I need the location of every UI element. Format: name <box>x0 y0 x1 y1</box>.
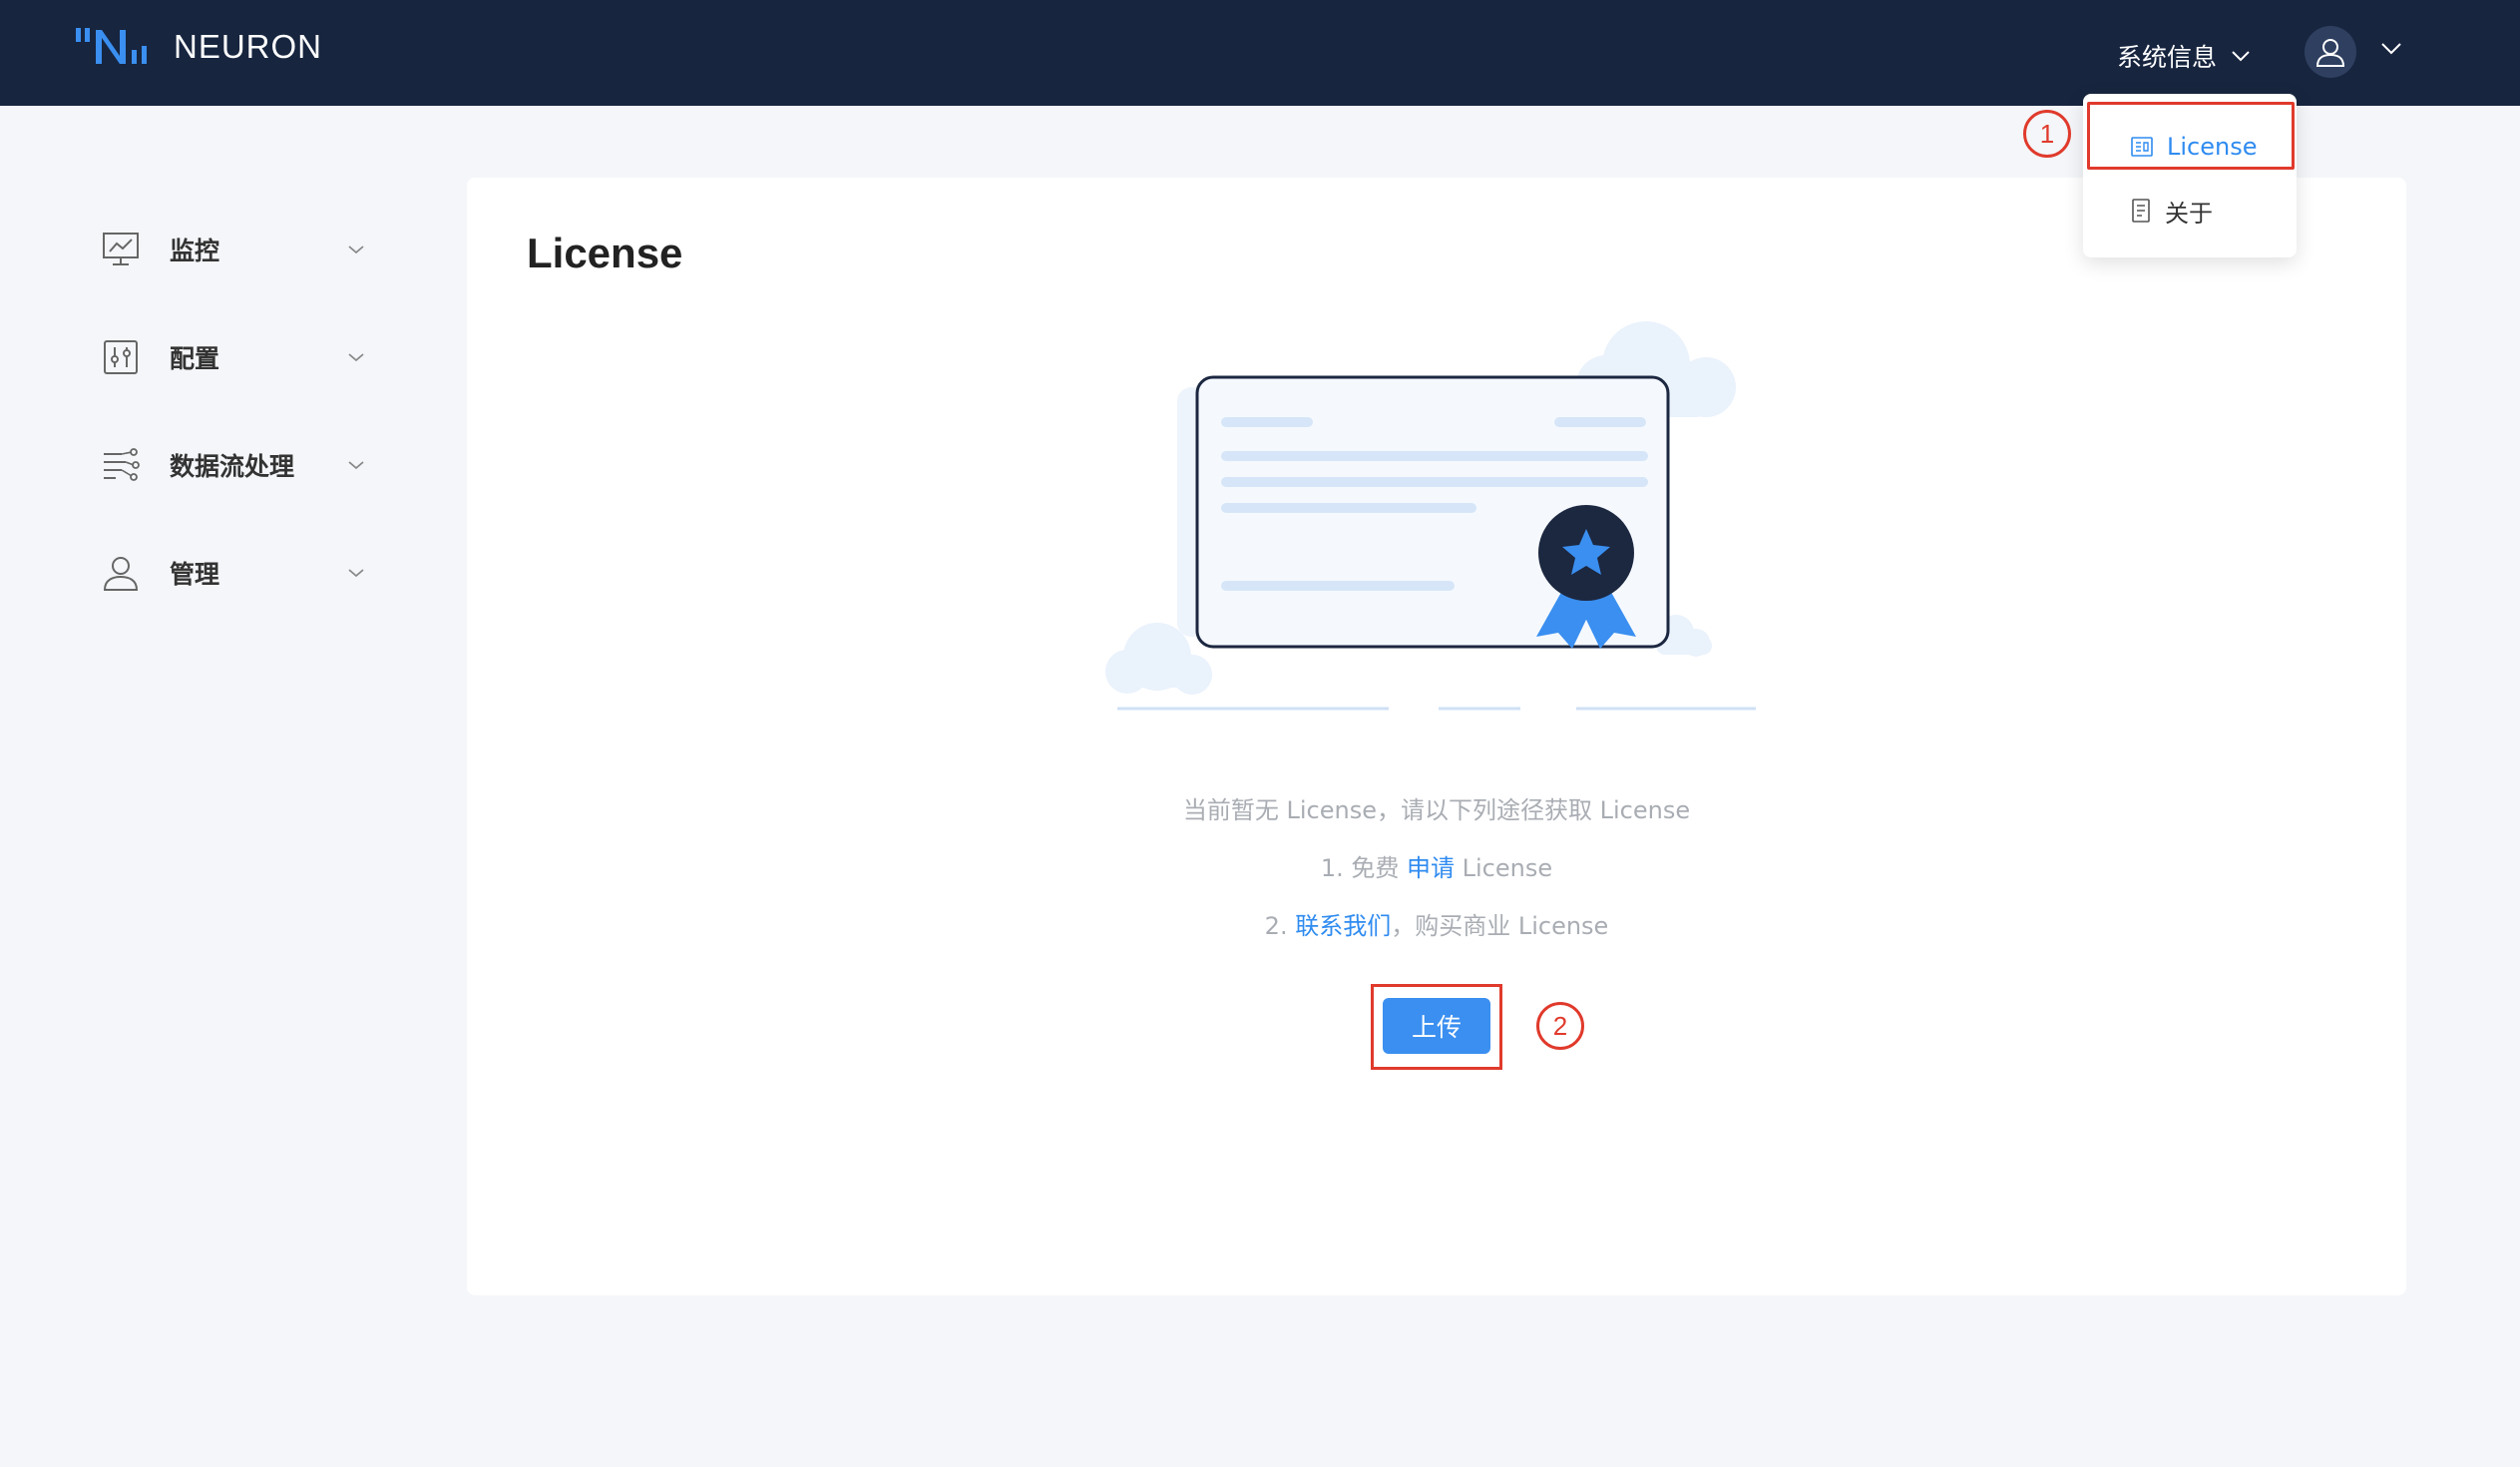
sidebar-item-dataflow[interactable]: 数据流处理 <box>100 435 365 495</box>
apply-license-line: 1. 免费 申请 License <box>467 848 2406 883</box>
no-license-message: 当前暂无 License，请以下列途径获取 License <box>1182 796 1691 824</box>
brand-name: NEURON <box>174 28 323 65</box>
top-header: NEURON 系统信息 <box>0 0 2520 106</box>
system-info-menu[interactable]: 系统信息 <box>2117 36 2251 76</box>
contact-line: 2. 联系我们，购买商业 License <box>467 906 2406 941</box>
chevron-down-icon <box>347 568 365 578</box>
user-manage-icon <box>100 552 142 594</box>
sidebar-item-label: 配置 <box>170 344 220 373</box>
sidebar: 监控 配置 数据流处理 管理 <box>0 106 419 1467</box>
line-prefix: 2. <box>1264 912 1296 940</box>
step-badge-2: 2 <box>1536 1002 1584 1050</box>
chevron-down-icon[interactable] <box>2380 42 2402 56</box>
sidebar-item-manage[interactable]: 管理 <box>100 543 365 603</box>
dropdown-item-about[interactable]: 关于 <box>2083 182 2297 240</box>
contact-us-link[interactable]: 联系我们 <box>1295 912 1391 940</box>
license-icon <box>2131 137 2153 157</box>
dataflow-icon <box>100 444 142 486</box>
document-icon <box>2131 199 2151 223</box>
page-title: License <box>527 230 683 276</box>
user-avatar[interactable] <box>2305 26 2356 78</box>
chevron-down-icon <box>2232 51 2250 62</box>
brand-logo[interactable]: NEURON <box>74 22 322 72</box>
license-certificate-illustration <box>1105 321 1756 711</box>
chevron-down-icon <box>347 244 365 254</box>
system-info-dropdown: License 关于 <box>2083 94 2297 257</box>
line-suffix: ，购买商业 License <box>1391 912 1609 940</box>
step-badge-1: 1 <box>2023 110 2071 158</box>
monitor-chart-icon <box>100 229 142 270</box>
sidebar-item-label: 监控 <box>170 237 220 265</box>
upload-button[interactable]: 上传 <box>1383 998 1490 1054</box>
neuron-logo-icon <box>76 28 147 64</box>
dropdown-item-label: License <box>2167 133 2258 161</box>
line-prefix: 1. 免费 <box>1320 854 1408 882</box>
config-sliders-icon <box>100 336 142 378</box>
chevron-down-icon <box>347 460 365 470</box>
chevron-down-icon <box>347 352 365 362</box>
system-info-label: 系统信息 <box>2117 43 2218 72</box>
sidebar-item-label: 数据流处理 <box>170 452 295 481</box>
sidebar-item-config[interactable]: 配置 <box>100 327 365 387</box>
sidebar-item-label: 管理 <box>170 560 220 589</box>
apply-link[interactable]: 申请 <box>1407 854 1455 882</box>
line-suffix: License <box>1455 854 1553 882</box>
dropdown-item-license[interactable]: License <box>2083 118 2297 176</box>
user-icon <box>2315 39 2345 67</box>
dropdown-item-label: 关于 <box>2165 199 2213 228</box>
sidebar-item-monitor[interactable]: 监控 <box>100 220 365 279</box>
